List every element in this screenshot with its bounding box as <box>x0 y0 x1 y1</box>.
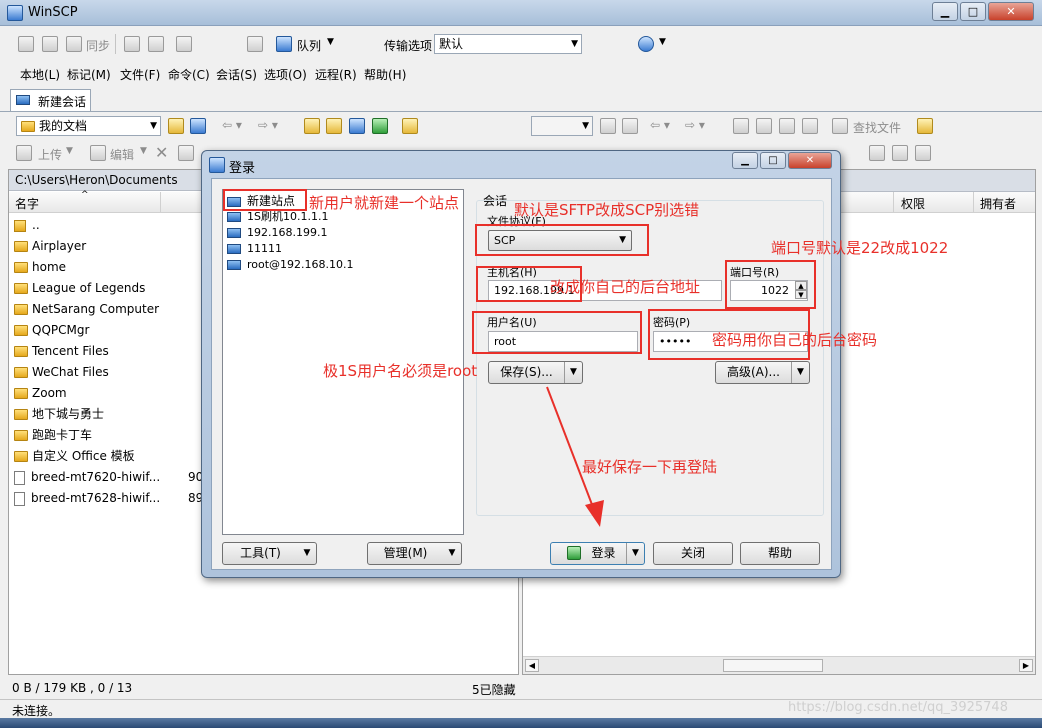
annotation-arrow <box>546 386 604 527</box>
annotation-arrow-line <box>546 386 597 516</box>
annotation-arrow-head <box>585 500 604 527</box>
